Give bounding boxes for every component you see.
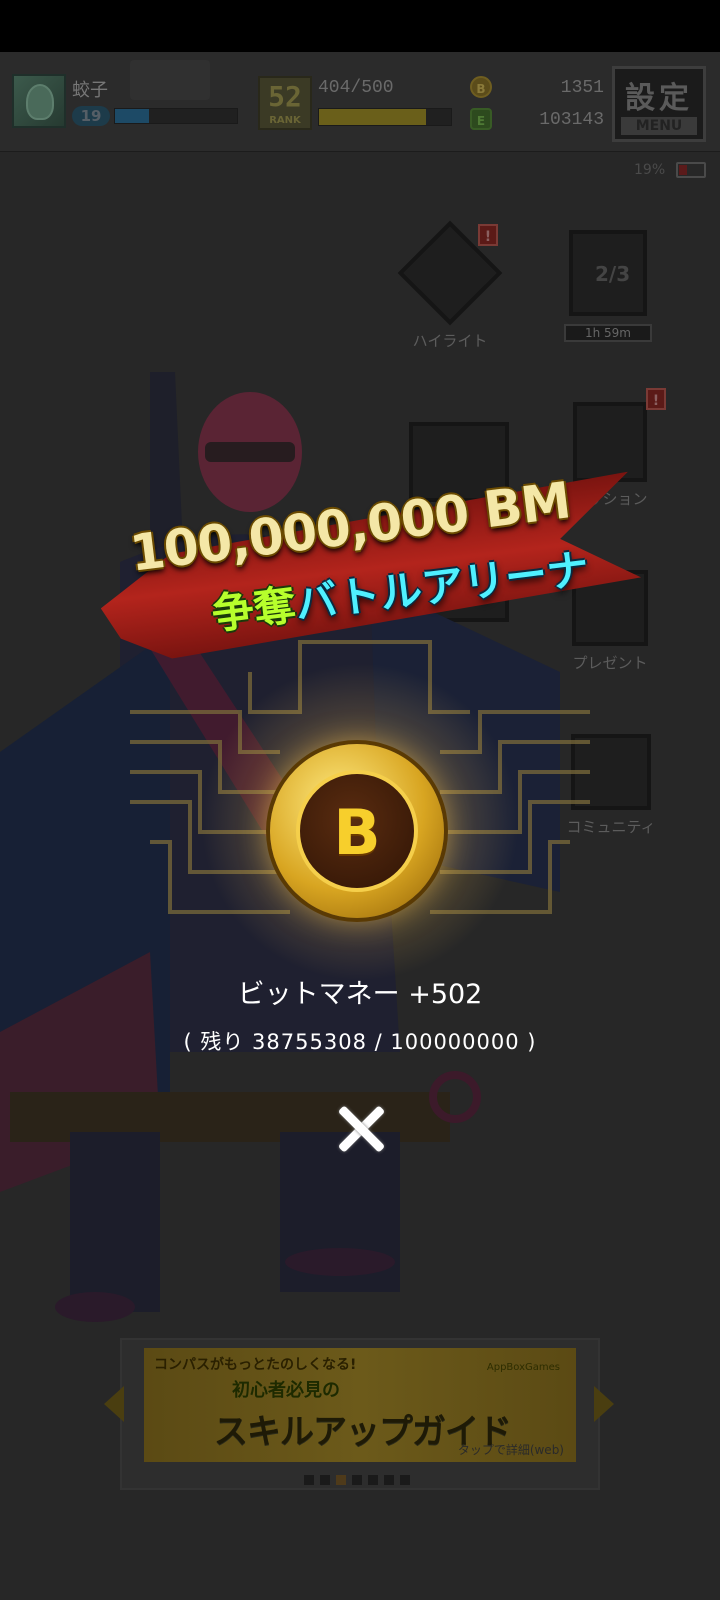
reward-text: ビットマネー +502 bbox=[237, 979, 483, 1010]
coin-glyph: B bbox=[333, 796, 381, 869]
menu-tower[interactable]: 2/3 1h 59m bbox=[562, 230, 654, 342]
bitmoney-coin-icon: B bbox=[470, 76, 492, 98]
rank-label: RANK bbox=[269, 115, 301, 126]
player-name: 蛟子 bbox=[72, 80, 108, 101]
highlight-alert-icon: ! bbox=[478, 224, 498, 246]
exp-bar bbox=[114, 108, 238, 124]
event-subtitle-green: 争奪 bbox=[209, 580, 299, 639]
carousel-next-arrow-icon[interactable] bbox=[594, 1386, 614, 1422]
carousel-prev-arrow-icon[interactable] bbox=[104, 1386, 124, 1422]
exp-fill bbox=[115, 109, 150, 123]
stamina-bar bbox=[318, 108, 452, 126]
ad-top-text: コンパスがもっとたのしくなる! bbox=[154, 1357, 357, 1373]
carousel-dots bbox=[304, 1470, 416, 1485]
carousel-dot[interactable] bbox=[384, 1475, 394, 1485]
tower-timer: 1h 59m bbox=[564, 324, 652, 342]
rank-badge[interactable]: 52 RANK bbox=[258, 76, 312, 130]
player-avatar[interactable] bbox=[12, 74, 66, 128]
bitmoney-value: 1351 bbox=[560, 78, 604, 98]
mission-alert-icon: ! bbox=[646, 388, 666, 410]
carousel-dot[interactable] bbox=[400, 1475, 410, 1485]
status-bar bbox=[0, 0, 720, 52]
battery-icon bbox=[676, 162, 706, 178]
battery-percent: 19% bbox=[634, 162, 666, 178]
tower-icon: 2/3 bbox=[569, 230, 647, 316]
stamina-fill bbox=[319, 109, 426, 125]
ad-mid-text: 初心者必見の bbox=[232, 1380, 340, 1401]
settings-menu-button[interactable]: 設定 MENU bbox=[612, 66, 706, 142]
carousel-dot[interactable] bbox=[320, 1475, 330, 1485]
top-hud: 蛟子 19 52 RANK 404/500 B 1351 E 103143 設定… bbox=[0, 52, 720, 152]
settings-label: 設定 bbox=[625, 81, 693, 116]
tower-count: 2/3 bbox=[595, 262, 631, 286]
rank-number: 52 bbox=[268, 80, 302, 113]
carousel-dot[interactable] bbox=[352, 1475, 362, 1485]
remaining-text: ( 残り 38755308 / 100000000 ) bbox=[183, 1030, 537, 1054]
carousel-dot[interactable] bbox=[368, 1475, 378, 1485]
carousel-dot[interactable] bbox=[336, 1475, 346, 1485]
stamina-text: 404/500 bbox=[318, 78, 394, 98]
hud-tab-blur bbox=[130, 60, 210, 100]
bitmoney-coin-large-icon: B bbox=[270, 744, 444, 918]
ad-tap-text: タップで詳細(web) bbox=[457, 1443, 564, 1457]
mission-icon bbox=[573, 402, 647, 482]
close-button[interactable] bbox=[330, 1098, 392, 1160]
emblem-icon: E bbox=[470, 108, 492, 130]
ad-banner[interactable]: コンパスがもっとたのしくなる! AppBoxGames 初心者必見の スキルアッ… bbox=[144, 1348, 576, 1462]
settings-sublabel: MENU bbox=[621, 117, 697, 135]
level-badge: 19 bbox=[72, 106, 110, 126]
emblem-value: 103143 bbox=[539, 110, 604, 130]
game-scene: 蛟子 19 52 RANK 404/500 B 1351 E 103143 設定… bbox=[0, 52, 720, 1600]
carousel-dot[interactable] bbox=[304, 1475, 314, 1485]
ad-brand: AppBoxGames bbox=[486, 1362, 560, 1373]
